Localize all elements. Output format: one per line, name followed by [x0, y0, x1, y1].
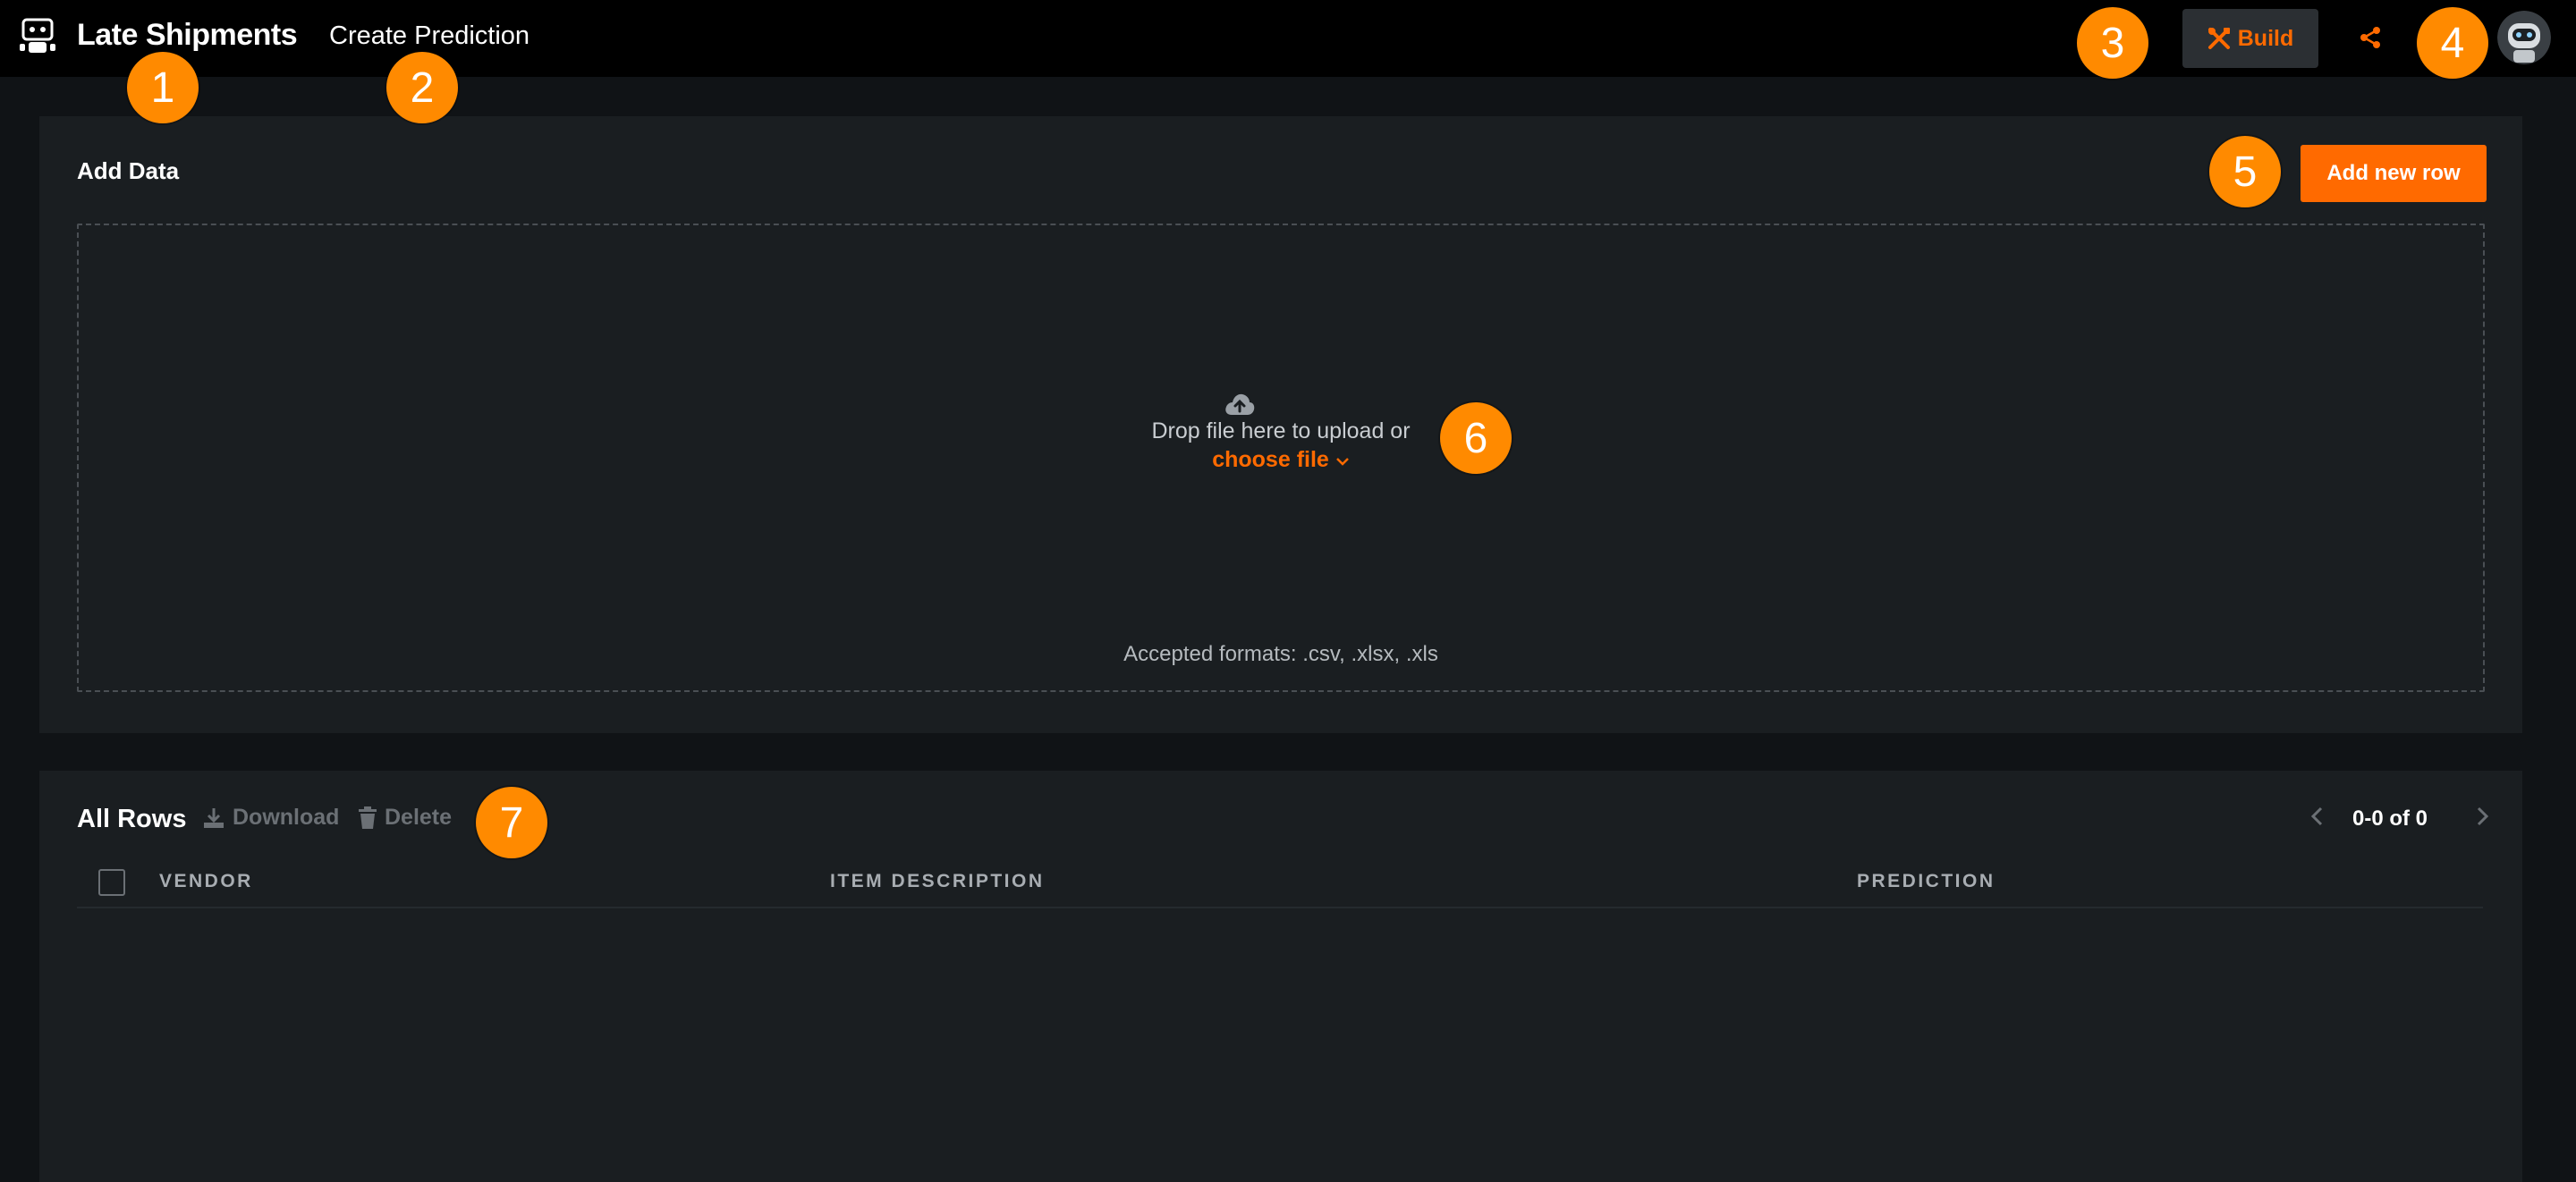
- top-bar: Late Shipments Create Prediction Build: [0, 0, 2576, 77]
- add-data-title: Add Data: [77, 157, 180, 184]
- download-label: Download: [233, 805, 340, 830]
- build-button[interactable]: Build: [2182, 9, 2318, 68]
- marker-6: 6: [1440, 402, 1512, 474]
- all-rows-panel: All Rows Download Delete 0-0 of 0 VENDOR…: [39, 771, 2522, 1182]
- column-item-description[interactable]: ITEM DESCRIPTION: [830, 871, 1045, 892]
- cloud-upload-icon: [1224, 392, 1256, 417]
- all-rows-title: All Rows: [77, 805, 187, 833]
- delete-label: Delete: [385, 805, 453, 830]
- pager-text: 0-0 of 0: [2352, 806, 2428, 831]
- share-icon[interactable]: [2354, 21, 2386, 54]
- tab-create-prediction[interactable]: Create Prediction: [329, 21, 530, 51]
- user-avatar[interactable]: [2497, 11, 2551, 64]
- pager-prev-icon[interactable]: [2304, 803, 2331, 830]
- robot-app-icon[interactable]: [20, 18, 55, 57]
- download-icon: [204, 807, 224, 828]
- marker-7: 7: [476, 787, 547, 858]
- choose-file-label: choose file: [1212, 447, 1329, 472]
- marker-1: 1: [127, 52, 199, 123]
- marker-4: 4: [2417, 7, 2488, 79]
- delete-button[interactable]: Delete: [358, 805, 452, 831]
- add-data-panel: Add Data Add new row Drop file here to u…: [39, 116, 2522, 733]
- accepted-formats-text: Accepted formats: .csv, .xlsx, .xls: [1123, 642, 1438, 666]
- marker-2: 2: [386, 52, 458, 123]
- marker-3: 3: [2077, 7, 2148, 79]
- drop-file-text: Drop file here to upload or: [1151, 418, 1411, 443]
- app-title[interactable]: Late Shipments: [77, 18, 298, 53]
- add-new-row-button[interactable]: Add new row: [2301, 145, 2487, 202]
- column-vendor[interactable]: VENDOR: [159, 871, 253, 892]
- table-header: VENDOR ITEM DESCRIPTION PREDICTION: [77, 858, 2483, 908]
- choose-file-link[interactable]: choose file: [39, 447, 2522, 473]
- download-button[interactable]: Download: [202, 805, 339, 831]
- column-prediction[interactable]: PREDICTION: [1857, 871, 1996, 892]
- marker-5: 5: [2209, 136, 2281, 207]
- build-label: Build: [2237, 25, 2294, 51]
- chevron-down-icon: [1335, 458, 1349, 466]
- trash-icon: [359, 806, 377, 829]
- tools-icon: [2207, 28, 2230, 49]
- pager-next-icon[interactable]: [2469, 803, 2496, 830]
- select-all-checkbox[interactable]: [98, 869, 125, 896]
